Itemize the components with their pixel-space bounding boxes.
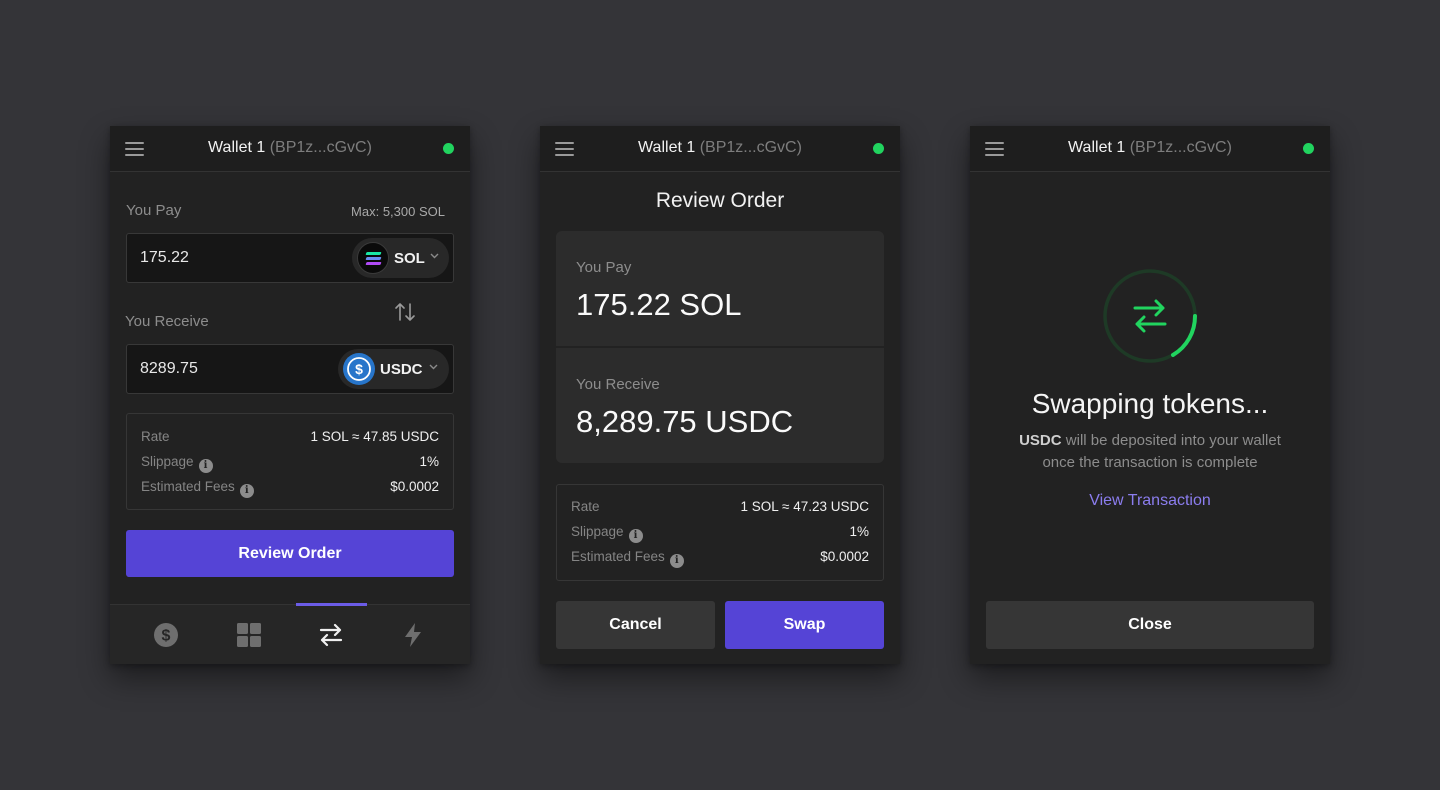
rate-row: Rate 1 SOL ≈ 47.23 USDC — [571, 499, 869, 517]
fees-row: Estimated Fees i $0.0002 — [141, 479, 439, 498]
message-line-1: will be deposited into your wallet — [1065, 432, 1281, 449]
rate-value: 1 SOL ≈ 47.23 USDC — [740, 499, 869, 514]
info-icon[interactable]: i — [669, 554, 684, 568]
svg-text:$: $ — [162, 628, 171, 645]
wallet-title[interactable]: Wallet 1 (BP1z...cGvC) — [110, 139, 470, 157]
fees-row: Estimated Fees i $0.0002 — [571, 549, 869, 568]
you-pay-label: You Pay — [126, 202, 182, 219]
wallet-name: Wallet 1 — [1068, 139, 1126, 156]
swap-progress-panel: Wallet 1 (BP1z...cGvC) Swapping tokens..… — [970, 126, 1330, 664]
grid-icon — [237, 623, 261, 647]
fees-label: Estimated Fees — [571, 549, 665, 564]
rate-value: 1 SOL ≈ 47.85 USDC — [310, 429, 439, 444]
tab-collectibles[interactable] — [209, 605, 289, 664]
pay-token-symbol: SOL — [394, 250, 425, 267]
sol-logo-icon — [357, 242, 389, 274]
tab-activity[interactable] — [373, 605, 453, 664]
pay-amount-field[interactable]: 175.22 SOL — [126, 233, 454, 283]
slippage-label: Slippage — [141, 454, 194, 469]
info-icon[interactable]: i — [239, 484, 254, 498]
pay-summary-card: You Pay 175.22 SOL — [556, 231, 884, 346]
receive-token-symbol: USDC — [380, 361, 423, 378]
wallet-title[interactable]: Wallet 1 (BP1z...cGvC) — [540, 139, 900, 157]
max-balance[interactable]: Max: 5,300 SOL — [351, 204, 445, 219]
slippage-label: Slippage — [571, 524, 624, 539]
connection-status-dot — [1303, 143, 1314, 154]
receive-summary-label: You Receive — [576, 376, 660, 393]
fees-value: $0.0002 — [390, 479, 439, 494]
pay-amount-input[interactable]: 175.22 — [140, 249, 189, 267]
rate-info-box: Rate 1 SOL ≈ 47.23 USDC Slippage i 1% Est… — [556, 484, 884, 581]
review-title: Review Order — [655, 189, 785, 212]
info-icon[interactable]: i — [628, 529, 643, 543]
swap-form-panel: Wallet 1 (BP1z...cGvC) You Pay Max: 5,30… — [110, 126, 470, 664]
fees-value: $0.0002 — [820, 549, 869, 564]
wallet-name: Wallet 1 — [208, 139, 266, 156]
swap-icon — [319, 623, 343, 647]
rate-label: Rate — [571, 499, 600, 514]
tab-swap[interactable] — [291, 605, 371, 664]
receive-token-select[interactable]: $ USDC — [338, 349, 449, 389]
receive-summary-amount: 8,289.75 USDC — [576, 404, 794, 439]
loading-spinner-icon — [1103, 269, 1198, 363]
pay-token-select[interactable]: SOL — [352, 238, 449, 278]
wallet-address: (BP1z...cGvC) — [699, 139, 802, 156]
rate-row: Rate 1 SOL ≈ 47.85 USDC — [141, 429, 439, 447]
rate-info-box: Rate 1 SOL ≈ 47.85 USDC Slippage i 1% Est… — [126, 413, 454, 510]
review-order-button[interactable]: Review Order — [126, 530, 454, 577]
usdc-logo-icon: $ — [343, 353, 375, 385]
slippage-value: 1% — [419, 454, 439, 469]
wallet-header: Wallet 1 (BP1z...cGvC) — [970, 126, 1330, 172]
pay-summary-amount: 175.22 SOL — [576, 287, 742, 322]
review-order-panel: Wallet 1 (BP1z...cGvC) Review Order You … — [540, 126, 900, 664]
swapping-title: Swapping tokens... — [1031, 388, 1269, 419]
cancel-button[interactable]: Cancel — [556, 601, 715, 649]
slippage-row: Slippage i 1% — [141, 454, 439, 473]
wallet-address: (BP1z...cGvC) — [1129, 139, 1232, 156]
swap-direction-icon[interactable] — [393, 300, 417, 324]
svg-text:$: $ — [355, 361, 363, 377]
lightning-icon — [405, 623, 421, 647]
you-receive-label: You Receive — [125, 313, 209, 330]
swapping-message: USDC will be deposited into your wallet … — [970, 430, 1330, 473]
connection-status-dot — [873, 143, 884, 154]
swap-button[interactable]: Swap — [725, 601, 884, 649]
info-icon[interactable]: i — [198, 459, 213, 473]
slippage-value: 1% — [849, 524, 869, 539]
connection-status-dot — [443, 143, 454, 154]
receive-amount-input[interactable]: 8289.75 — [140, 360, 198, 378]
pay-summary-label: You Pay — [576, 259, 632, 276]
close-button[interactable]: Close — [986, 601, 1314, 649]
fees-label: Estimated Fees — [141, 479, 235, 494]
receive-summary-card: You Receive 8,289.75 USDC — [556, 348, 884, 463]
rate-label: Rate — [141, 429, 170, 444]
wallet-title[interactable]: Wallet 1 (BP1z...cGvC) — [970, 139, 1330, 157]
wallet-address: (BP1z...cGvC) — [269, 139, 372, 156]
wallet-header: Wallet 1 (BP1z...cGvC) — [540, 126, 900, 172]
token-name: USDC — [1019, 432, 1062, 449]
dollar-icon: $ — [154, 623, 178, 647]
view-transaction-link[interactable]: View Transaction — [970, 492, 1330, 510]
wallet-header: Wallet 1 (BP1z...cGvC) — [110, 126, 470, 172]
message-line-2: once the transaction is complete — [1042, 453, 1258, 471]
wallet-name: Wallet 1 — [638, 139, 696, 156]
bottom-tab-bar: $ — [110, 603, 470, 664]
chevron-down-icon — [430, 253, 439, 259]
chevron-down-icon — [429, 364, 438, 370]
slippage-row: Slippage i 1% — [571, 524, 869, 543]
receive-amount-field[interactable]: 8289.75 $ USDC — [126, 344, 454, 394]
tab-balance[interactable]: $ — [126, 605, 206, 664]
